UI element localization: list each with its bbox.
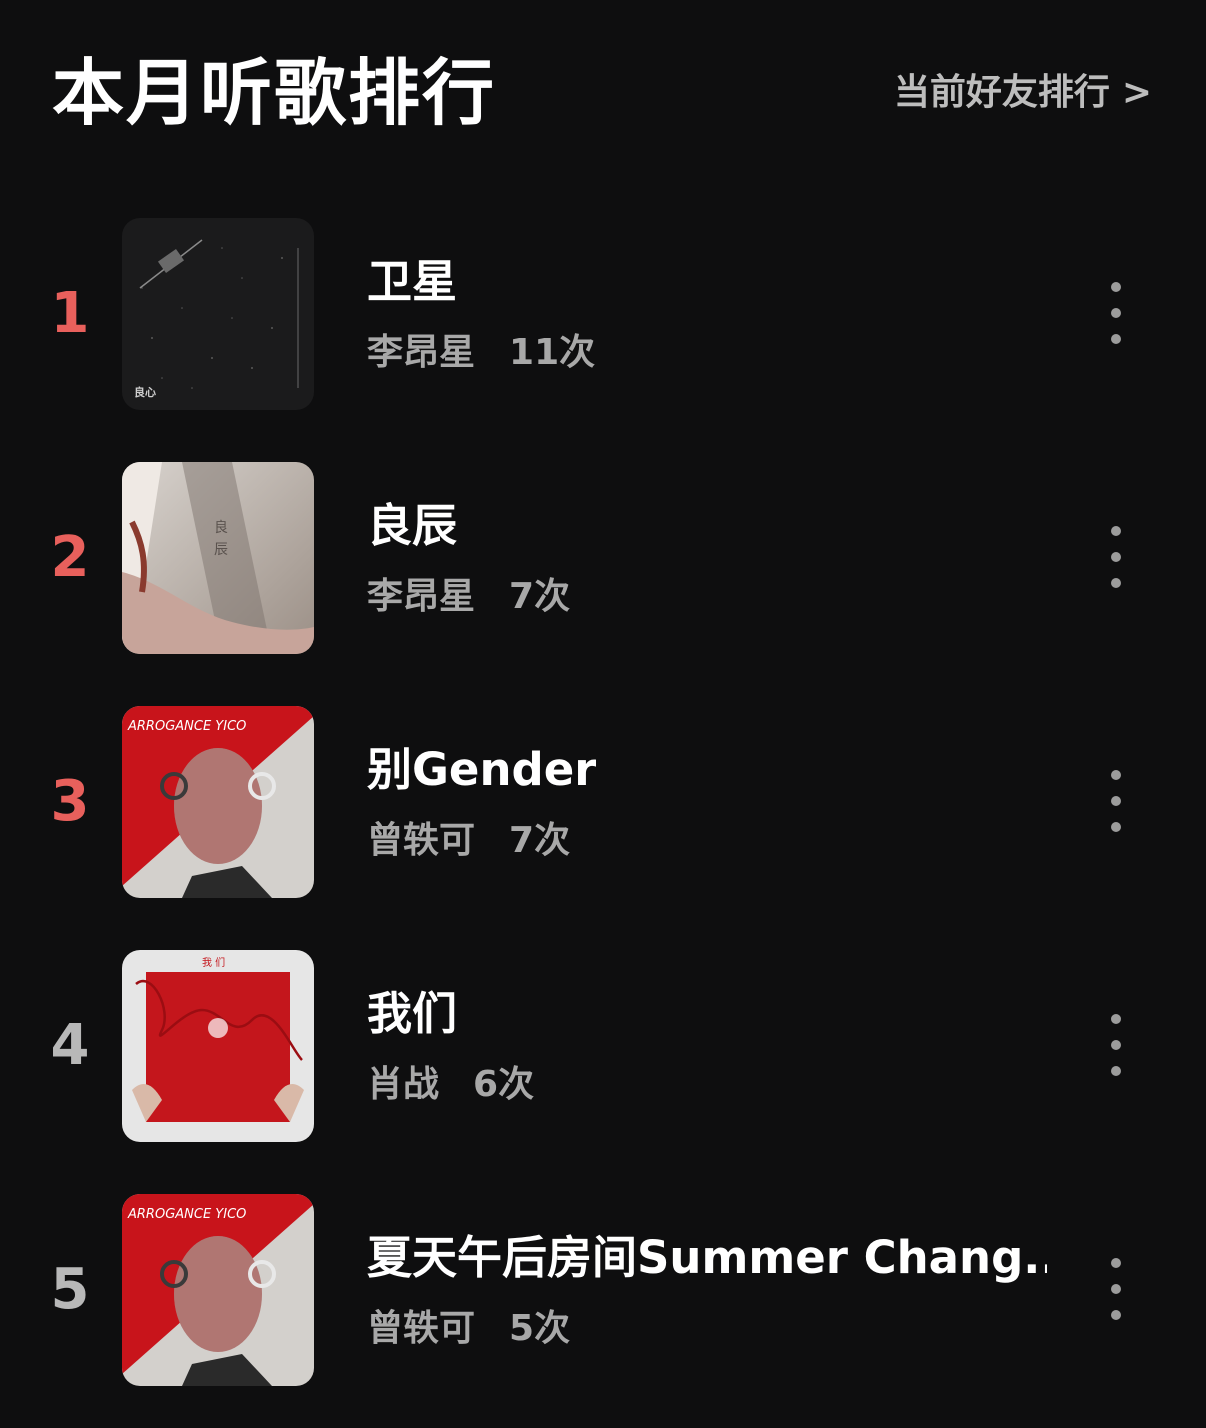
song-meta: 曾轶可 7次 [367, 816, 570, 866]
more-options-icon[interactable] [1096, 764, 1136, 840]
more-options-icon[interactable] [1096, 276, 1136, 352]
women-cover-art: 我 们 [122, 950, 314, 1142]
artist-name: 肖战 [367, 1064, 440, 1105]
album-cover[interactable]: 良 辰 [122, 462, 314, 654]
play-count: 11次 [509, 332, 596, 373]
friends-ranking-label: 当前好友排行 [893, 72, 1110, 113]
svg-text:辰: 辰 [214, 542, 228, 558]
song-row-3[interactable]: 3 ARROGANCE YICO 别Gender 曾轶可 7次 [0, 704, 1206, 900]
song-meta: 李昂星 11次 [367, 328, 595, 378]
rank-number: 5 [50, 1257, 90, 1322]
more-options-icon[interactable] [1096, 1252, 1136, 1328]
header: 本月听歌排行 当前好友排行 > [0, 0, 1206, 180]
play-count: 5次 [509, 1308, 571, 1349]
play-count: 6次 [473, 1064, 535, 1105]
album-cover[interactable]: ARROGANCE YICO [122, 706, 314, 898]
rank-number: 3 [50, 769, 90, 834]
song-title: 良辰 [367, 499, 458, 552]
rank-number: 2 [50, 525, 90, 590]
svg-text:良心: 良心 [134, 385, 156, 399]
play-count: 7次 [509, 576, 571, 617]
satellite-cover-art: 良心 [122, 218, 314, 410]
liangchen-cover-art: 良 辰 [122, 462, 314, 654]
song-title: 别Gender [367, 743, 597, 796]
song-meta: 肖战 6次 [367, 1060, 534, 1110]
artist-name: 李昂星 [367, 332, 476, 373]
friends-ranking-link[interactable]: 当前好友排行 > [894, 68, 1152, 118]
page-title: 本月听歌排行 [52, 51, 497, 135]
svg-text:ARROGANCE YICO: ARROGANCE YICO [127, 1207, 246, 1222]
rank-number: 4 [50, 1013, 90, 1078]
rank-number: 1 [50, 281, 90, 346]
song-row-1[interactable]: 1 良心 卫星 李昂星 11次 [0, 216, 1206, 412]
song-title: 我们 [367, 987, 458, 1040]
album-cover[interactable]: 我 们 [122, 950, 314, 1142]
svg-text:我 们: 我 们 [202, 956, 225, 969]
artist-name: 李昂星 [367, 576, 476, 617]
song-row-4[interactable]: 4 我 们 我们 肖战 6次 [0, 948, 1206, 1144]
chevron-right-icon: > [1121, 72, 1152, 113]
song-meta: 曾轶可 5次 [367, 1304, 570, 1354]
song-meta: 李昂星 7次 [367, 572, 570, 622]
more-options-icon[interactable] [1096, 520, 1136, 596]
arrogance-cover-art: ARROGANCE YICO [122, 706, 314, 898]
artist-name: 曾轶可 [367, 1308, 476, 1349]
album-cover[interactable]: ARROGANCE YICO [122, 1194, 314, 1386]
play-count: 7次 [509, 820, 571, 861]
artist-name: 曾轶可 [367, 820, 476, 861]
song-row-5[interactable]: 5 ARROGANCE YICO 夏天午后房间Summer Chang... 曾… [0, 1192, 1206, 1388]
arrogance-cover-art: ARROGANCE YICO [122, 1194, 314, 1386]
song-title: 卫星 [367, 255, 458, 308]
song-title: 夏天午后房间Summer Chang... [367, 1231, 1047, 1284]
more-options-icon[interactable] [1096, 1008, 1136, 1084]
svg-text:ARROGANCE YICO: ARROGANCE YICO [127, 719, 246, 734]
song-row-2[interactable]: 2 良 辰 良辰 李昂星 7次 [0, 460, 1206, 656]
album-cover[interactable]: 良心 [122, 218, 314, 410]
svg-text:良: 良 [214, 520, 228, 536]
